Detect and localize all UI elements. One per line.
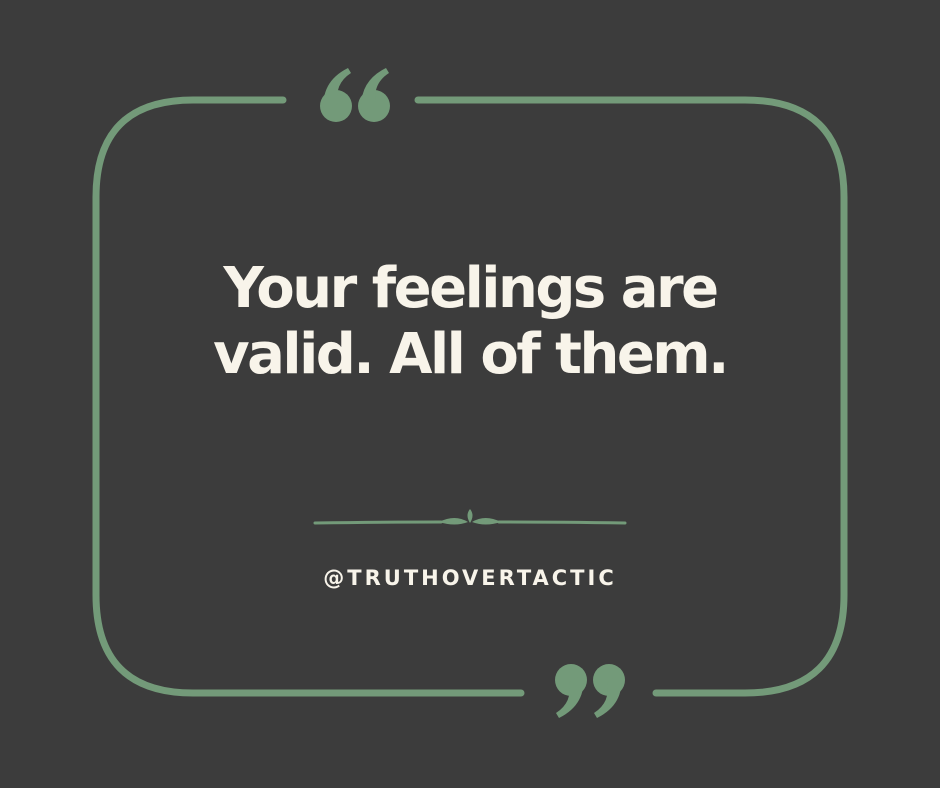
quote-line-1: Your feelings are: [223, 256, 719, 321]
quote-line-2: valid. All of them.: [213, 322, 729, 387]
frame-border-bottom-right: [414, 96, 848, 697]
leaf-ornament-icon: [439, 509, 501, 525]
open-quote-icon: [320, 68, 390, 122]
ornamental-divider: [313, 509, 627, 525]
social-handle: @TRUTHOVERTACTIC: [323, 566, 617, 590]
quote-frame: [92, 68, 848, 718]
frame-border-top-left: [92, 96, 525, 697]
close-quote-icon: [555, 664, 625, 718]
quote-text: Your feelings are valid. All of them.: [130, 256, 810, 388]
